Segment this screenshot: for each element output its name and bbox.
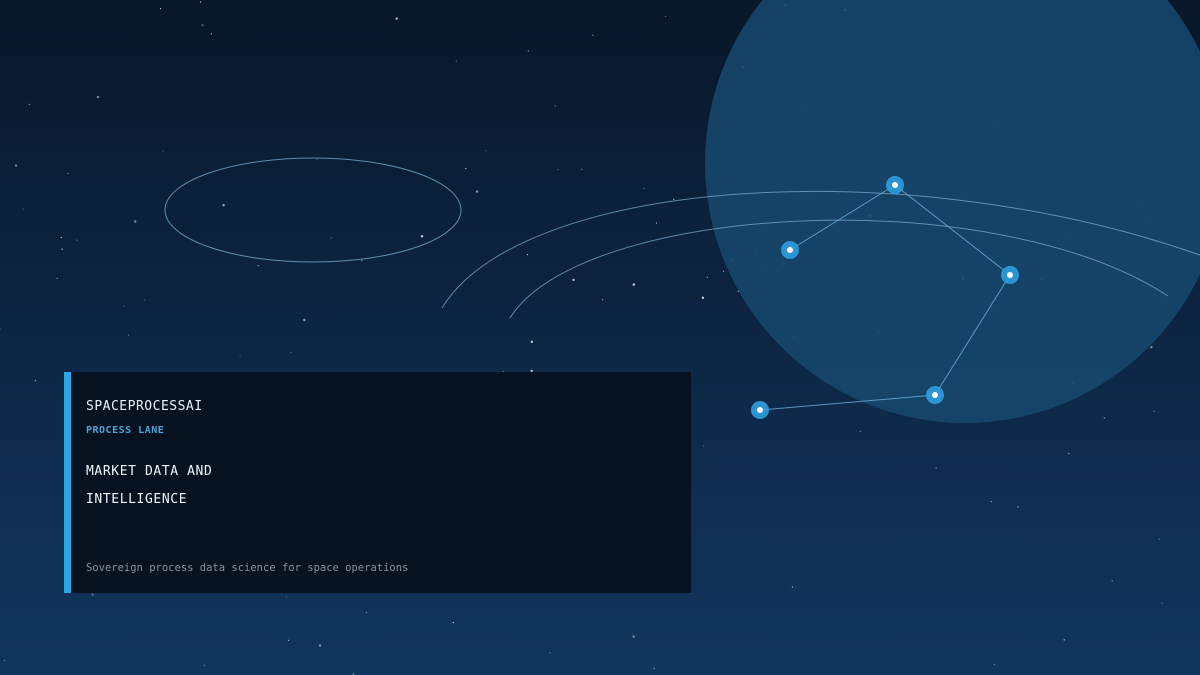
star xyxy=(239,355,241,357)
star xyxy=(653,667,655,669)
star xyxy=(22,208,24,210)
star xyxy=(1017,506,1019,508)
star xyxy=(701,296,705,299)
star xyxy=(420,235,424,238)
star xyxy=(549,652,551,654)
star xyxy=(557,169,559,171)
star xyxy=(203,664,206,666)
star xyxy=(159,8,162,10)
star xyxy=(201,24,204,27)
star xyxy=(316,159,318,161)
star xyxy=(527,50,529,52)
star xyxy=(1063,639,1065,641)
headline-line: MARKET DATA AND xyxy=(86,464,213,479)
star xyxy=(91,593,94,596)
star xyxy=(1153,410,1155,412)
star xyxy=(96,95,100,99)
star xyxy=(1111,580,1113,582)
star xyxy=(395,17,398,20)
star xyxy=(632,635,635,638)
tagline: Sovereign process data science for space… xyxy=(86,562,409,574)
star xyxy=(285,596,287,598)
constellation-node xyxy=(751,401,769,419)
star xyxy=(60,236,62,239)
star xyxy=(475,190,479,193)
star xyxy=(1068,453,1070,455)
constellation-node xyxy=(886,176,904,194)
star xyxy=(28,103,30,105)
star xyxy=(0,328,1,330)
star xyxy=(288,639,290,642)
headline-line: INTELLIGENCE xyxy=(86,492,188,507)
star xyxy=(134,220,137,223)
star xyxy=(526,254,529,256)
star xyxy=(123,305,125,307)
star xyxy=(222,204,225,207)
star xyxy=(706,276,708,278)
headline: MARKET DATA AND INTELLIGENCE xyxy=(86,458,386,514)
star xyxy=(330,237,332,239)
star xyxy=(935,467,937,469)
star xyxy=(554,105,556,107)
star xyxy=(632,283,635,286)
constellation-node xyxy=(781,241,799,259)
process-lane-label: PROCESS LANE xyxy=(86,425,165,436)
star xyxy=(581,168,583,170)
star xyxy=(664,15,667,17)
brand-name: SPACEPROCESSAI xyxy=(86,399,203,414)
star xyxy=(290,351,292,353)
star xyxy=(703,445,705,447)
star xyxy=(485,150,487,152)
star xyxy=(990,501,992,503)
star xyxy=(592,34,594,36)
star xyxy=(1103,417,1105,419)
star xyxy=(1158,538,1160,540)
star xyxy=(162,150,164,152)
star xyxy=(200,1,202,3)
star xyxy=(361,260,363,262)
star xyxy=(76,239,78,241)
star xyxy=(144,299,146,301)
info-card: SPACEPROCESSAI PROCESS LANE MARKET DATA … xyxy=(64,372,691,593)
star xyxy=(127,334,130,336)
star xyxy=(452,622,454,624)
star xyxy=(1150,346,1153,349)
star xyxy=(602,299,604,301)
star xyxy=(14,164,18,167)
star xyxy=(318,644,322,647)
star xyxy=(993,663,996,666)
star xyxy=(465,167,467,170)
star xyxy=(303,318,306,322)
star xyxy=(365,612,368,614)
star xyxy=(67,172,69,174)
constellation-node xyxy=(926,386,944,404)
star xyxy=(210,33,212,35)
orbit-ring-small xyxy=(164,157,462,263)
star xyxy=(56,277,58,279)
star xyxy=(723,270,725,272)
star xyxy=(61,248,63,250)
constellation-node xyxy=(1001,266,1019,284)
star xyxy=(673,198,675,200)
star xyxy=(791,586,794,588)
star xyxy=(859,430,861,432)
star xyxy=(3,659,6,662)
star xyxy=(530,340,534,343)
planet xyxy=(705,0,1200,423)
star xyxy=(34,379,36,382)
star xyxy=(655,222,658,224)
star xyxy=(1161,602,1163,604)
star xyxy=(257,265,259,267)
star xyxy=(643,187,645,189)
star xyxy=(572,278,575,282)
star xyxy=(455,60,457,62)
